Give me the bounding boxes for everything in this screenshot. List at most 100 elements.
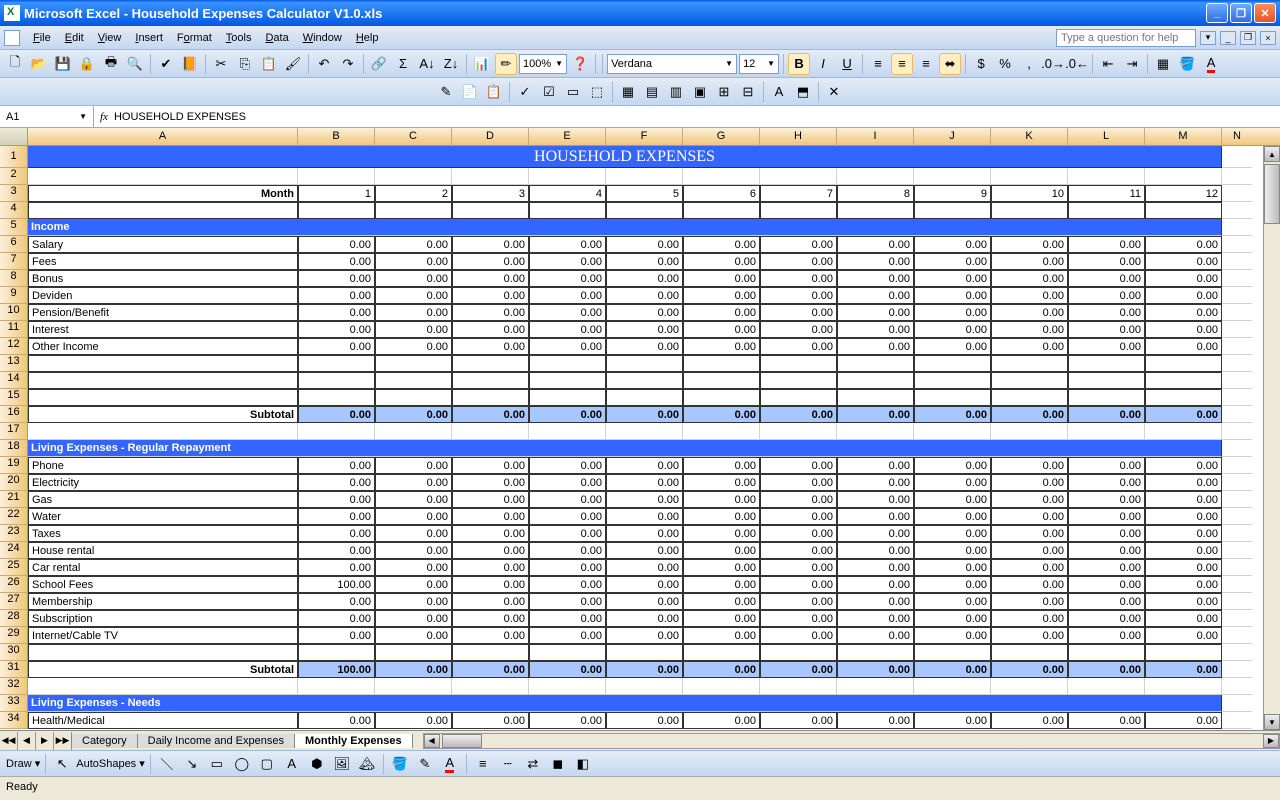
cell[interactable]: 0.00 — [914, 576, 991, 593]
line-style-icon[interactable]: ≡ — [472, 753, 494, 775]
cell[interactable]: 0.00 — [606, 406, 683, 423]
select-all-corner[interactable] — [0, 128, 28, 145]
tb2-icon-14[interactable]: ⬒ — [792, 81, 814, 103]
cell[interactable]: 0.00 — [683, 236, 760, 253]
row-header[interactable]: 8 — [0, 270, 28, 287]
cell[interactable] — [28, 372, 298, 389]
cell[interactable]: 0.00 — [375, 542, 452, 559]
formula-value[interactable]: HOUSEHOLD EXPENSES — [114, 111, 246, 123]
borders-icon[interactable]: ▦ — [1152, 53, 1174, 75]
cell[interactable]: 0.00 — [529, 593, 606, 610]
cell[interactable]: 0.00 — [1068, 525, 1145, 542]
3d-icon[interactable]: ◧ — [572, 753, 594, 775]
cell[interactable] — [1068, 355, 1145, 372]
row-header[interactable]: 21 — [0, 491, 28, 508]
cell[interactable]: 0.00 — [452, 576, 529, 593]
sheet-tab-monthly[interactable]: Monthly Expenses — [294, 734, 413, 748]
cell[interactable] — [452, 202, 529, 219]
cell[interactable]: 0.00 — [298, 253, 375, 270]
cell[interactable]: 0.00 — [760, 270, 837, 287]
cell[interactable] — [914, 372, 991, 389]
cell[interactable]: 0.00 — [298, 508, 375, 525]
cell[interactable] — [1145, 202, 1222, 219]
cell[interactable]: 0.00 — [683, 321, 760, 338]
cell[interactable]: 0.00 — [683, 491, 760, 508]
cell[interactable] — [914, 644, 991, 661]
row-header[interactable]: 14 — [0, 372, 28, 389]
cell[interactable] — [1222, 542, 1252, 559]
tb2-icon-1[interactable]: ✎ — [435, 81, 457, 103]
menu-window[interactable]: Window — [296, 30, 349, 46]
cell[interactable] — [1222, 440, 1252, 457]
cell[interactable] — [1068, 678, 1145, 695]
hscroll-left-icon[interactable]: ◀ — [424, 734, 440, 748]
cell[interactable]: 0.00 — [375, 338, 452, 355]
col-header-N[interactable]: N — [1222, 128, 1252, 145]
cell[interactable]: 0.00 — [760, 321, 837, 338]
cell[interactable]: 0.00 — [1145, 321, 1222, 338]
cell[interactable] — [991, 644, 1068, 661]
underline-icon[interactable]: U — [836, 53, 858, 75]
row-header[interactable]: 9 — [0, 287, 28, 304]
cell[interactable] — [606, 168, 683, 185]
cell[interactable]: 0.00 — [606, 593, 683, 610]
cell[interactable]: 0.00 — [837, 338, 914, 355]
row-header[interactable]: 13 — [0, 355, 28, 372]
cell[interactable]: 0.00 — [1068, 542, 1145, 559]
cell[interactable]: 0.00 — [452, 627, 529, 644]
cell[interactable]: 0.00 — [606, 508, 683, 525]
row-header[interactable]: 3 — [0, 185, 28, 202]
cell[interactable] — [28, 355, 298, 372]
help-dropdown[interactable]: ▾ — [1200, 31, 1216, 45]
cell[interactable]: School Fees — [28, 576, 298, 593]
cell[interactable] — [914, 168, 991, 185]
cell[interactable] — [991, 355, 1068, 372]
cell[interactable]: 0.00 — [991, 474, 1068, 491]
permission-icon[interactable]: 🔒 — [76, 53, 98, 75]
chart-icon[interactable]: 📊 — [471, 53, 493, 75]
cell[interactable]: 9 — [914, 185, 991, 202]
spelling-icon[interactable]: ✔ — [155, 53, 177, 75]
textbox-icon[interactable]: ▢ — [256, 753, 278, 775]
cell[interactable]: 0.00 — [1145, 406, 1222, 423]
cell[interactable] — [760, 168, 837, 185]
cell[interactable]: 0.00 — [683, 627, 760, 644]
decrease-decimal-icon[interactable]: .0← — [1066, 53, 1088, 75]
cell[interactable]: 0.00 — [452, 321, 529, 338]
cell[interactable] — [991, 423, 1068, 440]
cell[interactable]: 0.00 — [991, 236, 1068, 253]
cell[interactable] — [529, 355, 606, 372]
cell[interactable]: 0.00 — [837, 559, 914, 576]
cell[interactable]: 0.00 — [298, 304, 375, 321]
draw-menu[interactable]: Draw ▾ — [6, 757, 40, 770]
cell[interactable] — [1222, 338, 1252, 355]
row-header[interactable]: 34 — [0, 712, 28, 729]
cell[interactable] — [28, 678, 298, 695]
cell[interactable]: 0.00 — [760, 712, 837, 729]
cell[interactable]: Deviden — [28, 287, 298, 304]
cell[interactable] — [991, 168, 1068, 185]
row-header[interactable]: 19 — [0, 457, 28, 474]
cell[interactable] — [837, 202, 914, 219]
row-header[interactable]: 28 — [0, 610, 28, 627]
tb2-icon-12[interactable]: ⊞ — [713, 81, 735, 103]
row-header[interactable]: 26 — [0, 576, 28, 593]
cell[interactable] — [606, 389, 683, 406]
cell[interactable] — [606, 372, 683, 389]
cell[interactable] — [1222, 661, 1252, 678]
row-header[interactable]: 16 — [0, 406, 28, 423]
cell[interactable] — [1222, 287, 1252, 304]
cell[interactable] — [1222, 508, 1252, 525]
cell[interactable]: 0.00 — [1068, 236, 1145, 253]
cell[interactable]: 0.00 — [683, 270, 760, 287]
line-icon[interactable]: ＼ — [156, 753, 178, 775]
cell[interactable]: 0.00 — [914, 236, 991, 253]
cell[interactable] — [1222, 610, 1252, 627]
minimize-button[interactable]: _ — [1206, 3, 1228, 23]
cell[interactable]: 0.00 — [991, 525, 1068, 542]
cell[interactable]: 0.00 — [452, 661, 529, 678]
cell[interactable]: 0.00 — [298, 474, 375, 491]
cell[interactable] — [683, 678, 760, 695]
cell[interactable]: 0.00 — [606, 474, 683, 491]
print-icon[interactable]: 🖶 — [100, 53, 122, 75]
